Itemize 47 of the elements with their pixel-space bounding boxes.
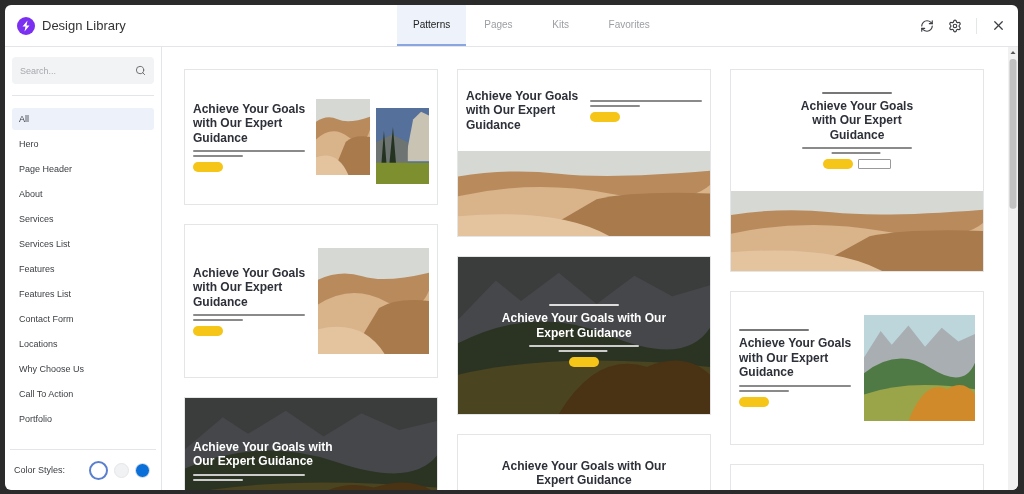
pattern-card[interactable]: Achieve Your Goals with Our Expert Guidance [457,256,711,415]
pattern-card[interactable]: Achieve Your Goals with Our Expert Guidance [457,69,711,237]
category-item[interactable]: All [12,108,154,130]
category-item[interactable]: Call To Action [12,383,154,405]
card-heading: Achieve Your Goals with Our Expert Guidance [193,440,334,469]
color-swatch[interactable] [89,460,108,480]
category-item[interactable]: Portfolio [12,408,154,430]
card-button [193,326,223,337]
search-icon [135,65,146,76]
pattern-card[interactable]: Achieve Your Goals with Our Expert Guidance [184,224,438,378]
card-button [569,356,599,367]
refresh-icon[interactable] [920,18,934,33]
category-item[interactable]: Locations [12,333,154,355]
card-button [823,159,853,170]
category-item[interactable]: Features [12,258,154,280]
category-item[interactable]: Page Header [12,158,154,180]
pattern-card[interactable]: Achieve Your Goals with Our Expert Guidance [730,291,984,445]
scrollbar[interactable] [1008,47,1018,490]
category-item[interactable]: Services List [12,233,154,255]
bolt-logo-icon [17,16,35,35]
card-heading: Achieve Your Goals with Our Expert Guidance [500,311,668,340]
category-item[interactable]: About [12,183,154,205]
card-button [193,162,223,173]
search-field[interactable]: Search... [12,57,154,84]
card-button [858,159,891,170]
card-button [739,396,769,407]
category-item[interactable]: Contact Form [12,308,154,330]
category-item[interactable]: Services [12,208,154,230]
pattern-card[interactable]: Achieve Your Goals with Our Expert Guidance [184,69,438,205]
settings-icon[interactable] [948,18,962,33]
pattern-card[interactable]: Achieve Your Goals with Our Expert Guidance [730,69,984,272]
card-heading: Achieve Your Goals with Our Expert Guidance [739,336,853,380]
card-button [590,111,620,122]
window-title: Design Library [42,18,126,33]
card-heading: Achieve Your Goals with Our Expert Guidance [193,101,307,146]
card-heading: Achieve Your Goals with Our Expert Guidance [193,265,307,310]
close-icon[interactable] [991,18,1006,33]
color-styles-label: Color Styles: [14,465,67,475]
tab[interactable]: Patterns [397,5,467,46]
category-item[interactable]: Hero [12,133,154,155]
card-heading: Achieve Your Goals with Our Expert Guidance [500,459,668,488]
pattern-card[interactable]: Achieve Your Goals with Our Expert Guidance [184,397,438,490]
category-item[interactable]: Features List [12,283,154,305]
card-heading: Achieve Your Goals with Our Expert Guidance [466,88,580,133]
card-heading: Achieve Your Goals with Our Expert Guidance [799,98,915,143]
pattern-card[interactable]: Achieve Your Goals with Our Expert Guidance [457,434,711,490]
category-item[interactable]: Why Choose Us [12,358,154,380]
